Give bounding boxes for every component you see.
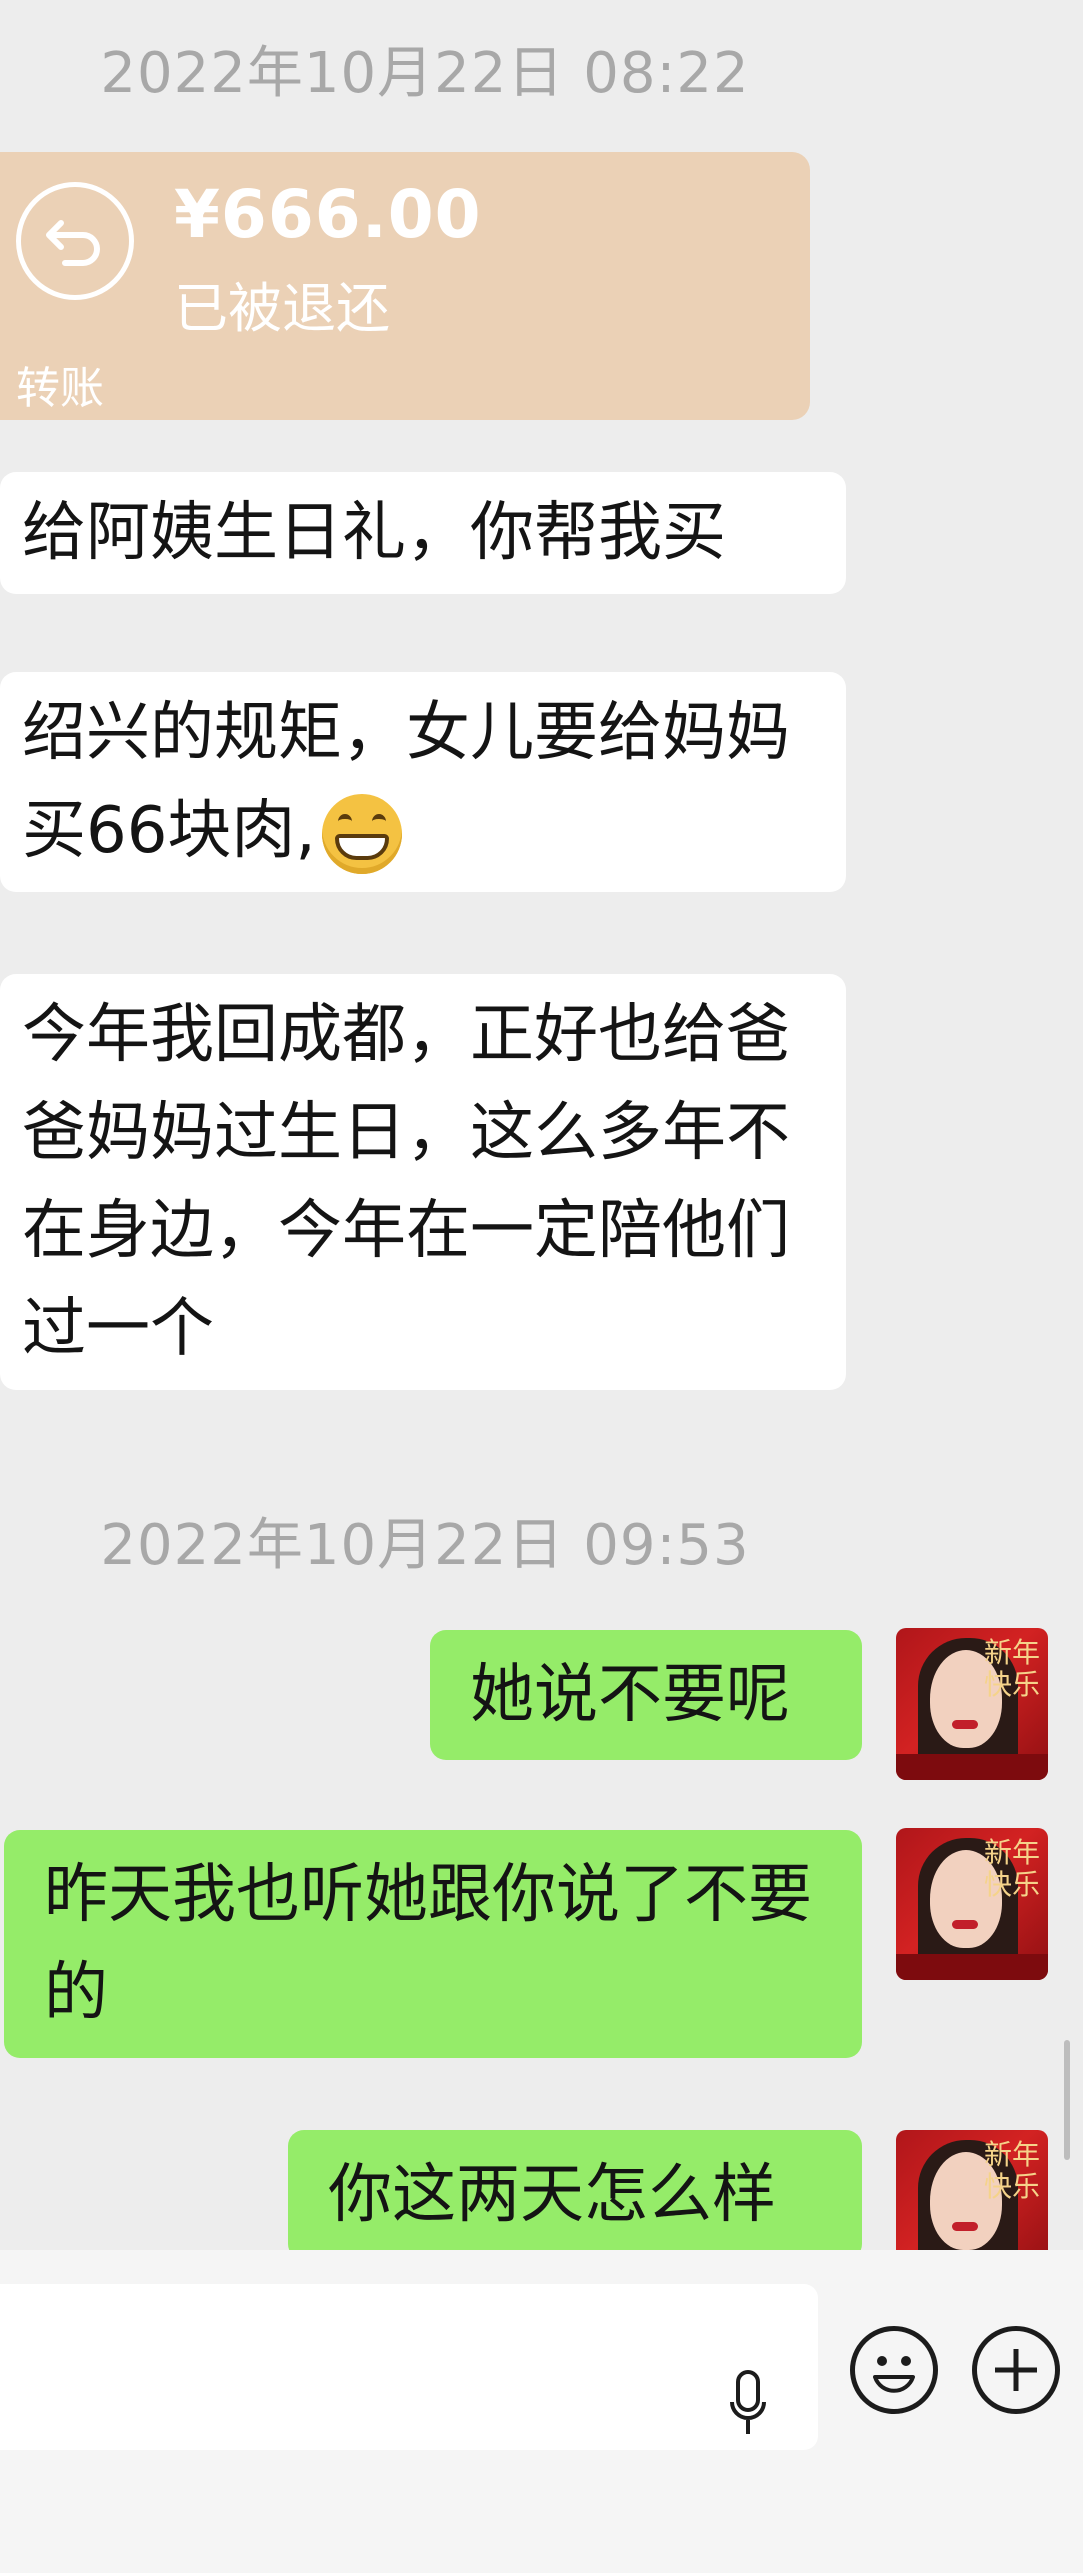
avatar-text: 快乐 <box>983 1668 1040 1701</box>
message-text: 她说不要呢 <box>470 1658 790 1732</box>
avatar-text: 快乐 <box>983 2170 1040 2203</box>
message-text: 今年我回成都，正好也给爸爸妈妈过生日，这么多年不在身边，今年在一定陪他们过一个 <box>22 998 790 1366</box>
message-input[interactable] <box>0 2284 818 2450</box>
outgoing-message[interactable]: 你这两天怎么样 <box>288 2130 862 2260</box>
microphone-icon[interactable] <box>728 2368 768 2440</box>
scrollbar[interactable] <box>1064 2040 1070 2160</box>
transfer-amount: ¥666.00 <box>174 176 482 253</box>
avatar[interactable]: 新年 快乐 <box>896 1628 1048 1780</box>
incoming-message[interactable]: 绍兴的规矩，女儿要给妈妈买66块肉, <box>0 672 846 892</box>
message-text: 给阿姨生日礼，你帮我买 <box>22 496 726 570</box>
timestamp: 2022年10月22日 09:53 <box>100 1513 750 1578</box>
smiley-icon[interactable] <box>850 2326 938 2414</box>
message-text: 你这两天怎么样 <box>328 2158 776 2232</box>
message-text: 绍兴的规矩，女儿要给妈妈买66块肉, <box>22 696 790 868</box>
incoming-message[interactable]: 今年我回成都，正好也给爸爸妈妈过生日，这么多年不在身边，今年在一定陪他们过一个 <box>0 974 846 1390</box>
avatar-text: 快乐 <box>983 1868 1040 1901</box>
avatar-text: 新年 <box>983 1636 1040 1669</box>
timestamp: 2022年10月22日 08:22 <box>100 41 750 106</box>
plus-icon[interactable] <box>972 2326 1060 2414</box>
outgoing-message[interactable]: 昨天我也听她跟你说了不要的 <box>4 1830 862 2058</box>
avatar-text: 新年 <box>983 2138 1040 2171</box>
avatar[interactable]: 新年 快乐 <box>896 1828 1048 1980</box>
transfer-status: 已被退还 <box>174 277 390 340</box>
transfer-card[interactable]: ¥666.00 已被退还 转账 <box>0 152 810 420</box>
grinning-emoji-icon <box>321 794 402 875</box>
return-arrow-icon <box>16 182 134 300</box>
outgoing-message[interactable]: 她说不要呢 <box>430 1630 862 1760</box>
avatar-text: 新年 <box>983 1836 1040 1869</box>
incoming-message[interactable]: 给阿姨生日礼，你帮我买 <box>0 472 846 594</box>
transfer-label: 转账 <box>16 363 104 414</box>
message-text: 昨天我也听她跟你说了不要的 <box>44 1858 812 2030</box>
input-bar <box>0 2250 1083 2573</box>
